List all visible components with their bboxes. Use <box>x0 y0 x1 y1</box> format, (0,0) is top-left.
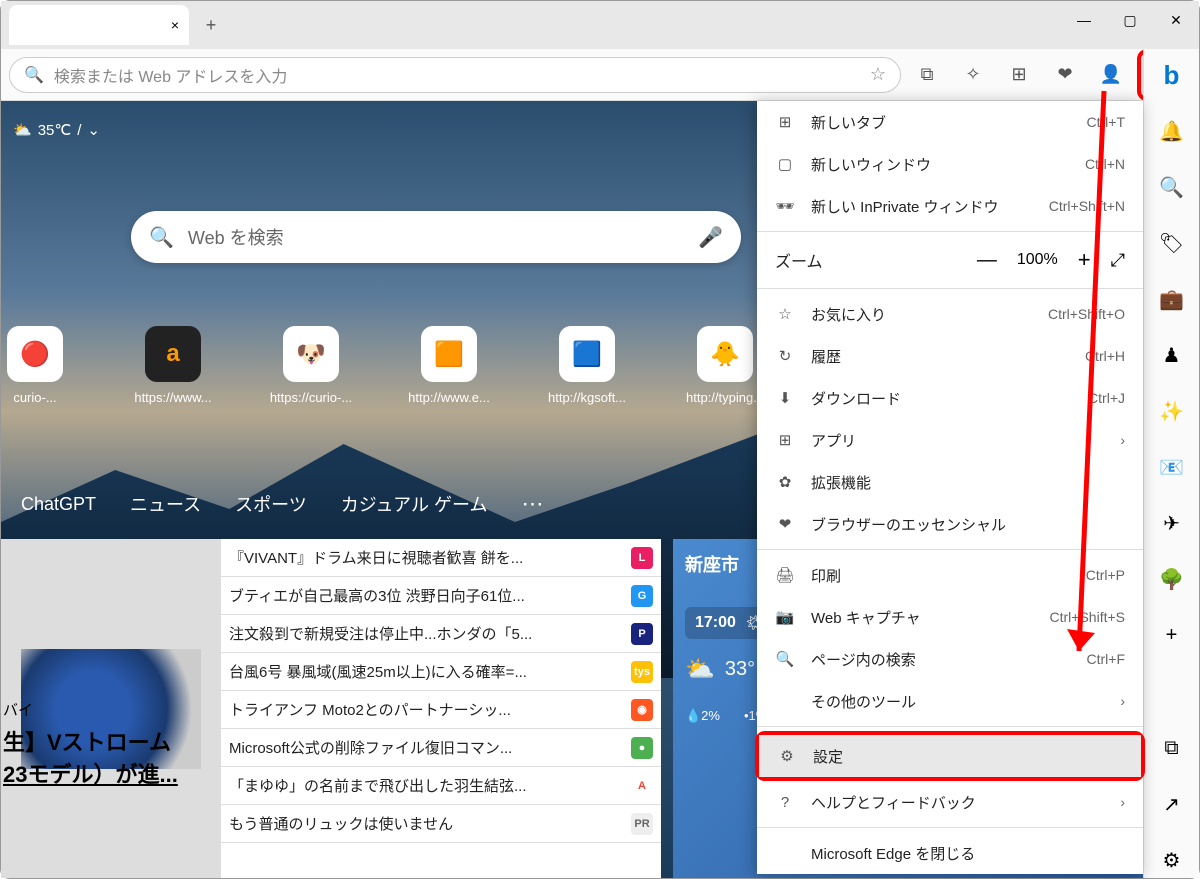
search-icon: 🔍 <box>149 225 174 250</box>
quick-link-tile[interactable]: 🟧http://www.e... <box>417 326 481 405</box>
web-search-bar[interactable]: 🔍 Web を検索 🎤 <box>131 211 741 263</box>
menu-item[interactable]: 🔍ページ内の検索Ctrl+F <box>757 638 1143 680</box>
titlebar: × + — ▢ ✕ <box>1 1 1199 49</box>
outlook-icon[interactable]: 📧 <box>1154 449 1190 485</box>
close-window-button[interactable]: ✕ <box>1153 1 1199 39</box>
menu-item-icon: ⊞ <box>775 113 795 131</box>
menu-item[interactable]: ☆お気に入りCtrl+Shift+O <box>757 293 1143 335</box>
close-tab-icon[interactable]: × <box>171 17 179 33</box>
quick-links: 🔴curio-... ahttps://www... 🐶https://curio-… <box>1 326 757 405</box>
quick-link-tile[interactable]: 🐶https://curio-... <box>279 326 343 405</box>
menu-item[interactable]: 📷Web キャプチャCtrl+Shift+S <box>757 596 1143 638</box>
quick-link-tile[interactable]: 🐥http://typing... <box>693 326 757 405</box>
edge-sidebar: b 🔔 🔍 🏷 💼 ♟ ✨ 📧 ✈ 🌳 + ⧉ ↗ ⚙ <box>1143 49 1199 878</box>
menu-item-icon: ⬇ <box>775 389 795 407</box>
bing-icon[interactable]: b <box>1154 57 1190 93</box>
telegram-icon[interactable]: ✈ <box>1154 505 1190 541</box>
headline-row[interactable]: Microsoft公式の削除ファイル復旧コマン...● <box>221 729 661 767</box>
microphone-icon[interactable]: 🎤 <box>698 225 723 250</box>
tree-icon[interactable]: 🌳 <box>1154 561 1190 597</box>
zoom-out-button[interactable]: — <box>977 249 997 272</box>
menu-item[interactable]: ⊞新しいタブCtrl+T <box>757 101 1143 143</box>
menu-item-icon: 🕶 <box>775 197 795 215</box>
menu-item[interactable]: ▢新しいウィンドウCtrl+N <box>757 143 1143 185</box>
quick-link-tile[interactable]: ahttps://www... <box>141 326 205 405</box>
wellness-icon[interactable]: ❤ <box>1045 55 1085 95</box>
menu-item[interactable]: ✿拡張機能 <box>757 461 1143 503</box>
weather-temp: 35℃ <box>38 121 72 139</box>
external-icon[interactable]: ↗ <box>1154 786 1190 822</box>
nav-item[interactable]: ニュース <box>130 491 201 517</box>
address-placeholder: 検索または Web アドレスを入力 <box>54 63 860 87</box>
profile-icon[interactable]: 👤 <box>1091 55 1131 95</box>
headline-list: 『VIVANT』ドラム来日に視聴者歓喜 餅を...Lブティエが自己最高の3位 渋… <box>221 539 661 878</box>
minimize-button[interactable]: — <box>1061 1 1107 39</box>
menu-item[interactable]: 🕶新しい InPrivate ウィンドウCtrl+Shift+N <box>757 185 1143 227</box>
menu-item[interactable]: ?ヘルプとフィードバック› <box>757 781 1143 823</box>
maximize-button[interactable]: ▢ <box>1107 1 1153 39</box>
split-screen-icon[interactable]: ⧉ <box>907 55 947 95</box>
nav-item[interactable]: ChatGPT <box>21 494 96 515</box>
menu-item-icon: ☆ <box>775 305 795 323</box>
add-sidebar-icon[interactable]: + <box>1154 617 1190 653</box>
search-icon: 🔍 <box>24 65 44 85</box>
headline-row[interactable]: 『VIVANT』ドラム来日に視聴者歓喜 餅を...L <box>221 539 661 577</box>
chess-icon[interactable]: ♟ <box>1154 337 1190 373</box>
headline-row[interactable]: トライアンフ Moto2とのパートナーシッ...◉ <box>221 691 661 729</box>
favorite-star-icon[interactable]: ☆ <box>870 64 886 85</box>
browser-tab[interactable]: × <box>9 5 189 45</box>
headline-row[interactable]: もう普通のリュックは使いませんPR <box>221 805 661 843</box>
weather-chip[interactable]: ⛅ 35℃ / ⌄ <box>13 121 100 139</box>
menu-item-icon: ❤ <box>775 515 795 533</box>
zoom-row: ズーム — 100% + ⤢ <box>757 236 1143 284</box>
fullscreen-icon[interactable]: ⤢ <box>1111 250 1125 271</box>
nav-more-icon[interactable]: ⋯ <box>521 491 543 517</box>
menu-item-icon: 📷 <box>775 608 795 626</box>
menu-item[interactable]: ⬇ダウンロードCtrl+J <box>757 377 1143 419</box>
headline-row[interactable]: 注文殺到で新規受注は停止中...ホンダの「5...P <box>221 615 661 653</box>
tag-icon[interactable]: 🏷 <box>1154 225 1190 261</box>
chevron-down-icon: ⌄ <box>87 121 100 139</box>
browser-toolbar: 🔍 検索または Web アドレスを入力 ☆ ⧉ ✧ ⊞ ❤ 👤 ⋯ <box>1 49 1199 101</box>
panel-icon[interactable]: ⧉ <box>1154 730 1190 766</box>
copilot-icon[interactable]: ✨ <box>1154 393 1190 429</box>
address-bar[interactable]: 🔍 検索または Web アドレスを入力 ☆ <box>9 57 901 93</box>
zoom-in-button[interactable]: + <box>1078 247 1091 273</box>
zoom-value: 100% <box>1017 251 1058 269</box>
menu-item[interactable]: ⊞アプリ› <box>757 419 1143 461</box>
menu-item[interactable]: Microsoft Edge を閉じる <box>757 832 1143 874</box>
menu-item[interactable]: ↻履歴Ctrl+H <box>757 335 1143 377</box>
settings-menu: ⊞新しいタブCtrl+T▢新しいウィンドウCtrl+N🕶新しい InPrivat… <box>757 101 1143 874</box>
news-feed: 『VIVANT』ドラム来日に視聴者歓喜 餅を...Lブティエが自己最高の3位 渋… <box>1 539 661 878</box>
menu-item-icon: 🖨 <box>775 566 795 584</box>
menu-item[interactable]: 🖨印刷Ctrl+P <box>757 554 1143 596</box>
menu-item[interactable]: ❤ブラウザーのエッセンシャル <box>757 503 1143 545</box>
quick-link-tile[interactable]: 🔴curio-... <box>3 326 67 405</box>
new-tab-button[interactable]: + <box>195 9 227 41</box>
bell-icon[interactable]: 🔔 <box>1154 113 1190 149</box>
menu-item-icon: ⊞ <box>775 431 795 449</box>
menu-item-icon: 🔍 <box>775 650 795 668</box>
nav-item[interactable]: カジュアル ゲーム <box>341 491 488 517</box>
feed-main-title[interactable]: 生】Vストローム 23モデル）が進... <box>3 725 178 789</box>
headline-row[interactable]: ブティエが自己最高の3位 渋野日向子61位...G <box>221 577 661 615</box>
feed-main-image[interactable] <box>1 539 221 878</box>
menu-item[interactable]: その他のツール› <box>757 680 1143 722</box>
settings-sidebar-icon[interactable]: ⚙ <box>1154 842 1190 878</box>
menu-item-icon: ✿ <box>775 473 795 491</box>
feed-caption: バイ <box>3 699 33 720</box>
menu-item-icon: ↻ <box>775 347 795 365</box>
favorites-icon[interactable]: ✧ <box>953 55 993 95</box>
nav-item[interactable]: スポーツ <box>235 491 307 517</box>
menu-item-icon: ▢ <box>775 155 795 173</box>
search-placeholder: Web を検索 <box>188 224 698 250</box>
headline-row[interactable]: 台風6号 暴風域(風速25m以上)に入る確率=...tys <box>221 653 661 691</box>
menu-item-settings[interactable]: ⚙設定 <box>759 735 1141 777</box>
collections-icon[interactable]: ⊞ <box>999 55 1039 95</box>
weather-icon: ⛅ <box>13 121 32 139</box>
briefcase-icon[interactable]: 💼 <box>1154 281 1190 317</box>
headline-row[interactable]: 「まゆゆ」の名前まで飛び出した羽生結弦...A <box>221 767 661 805</box>
quick-link-tile[interactable]: 🟦http://kgsoft... <box>555 326 619 405</box>
search-sidebar-icon[interactable]: 🔍 <box>1154 169 1190 205</box>
